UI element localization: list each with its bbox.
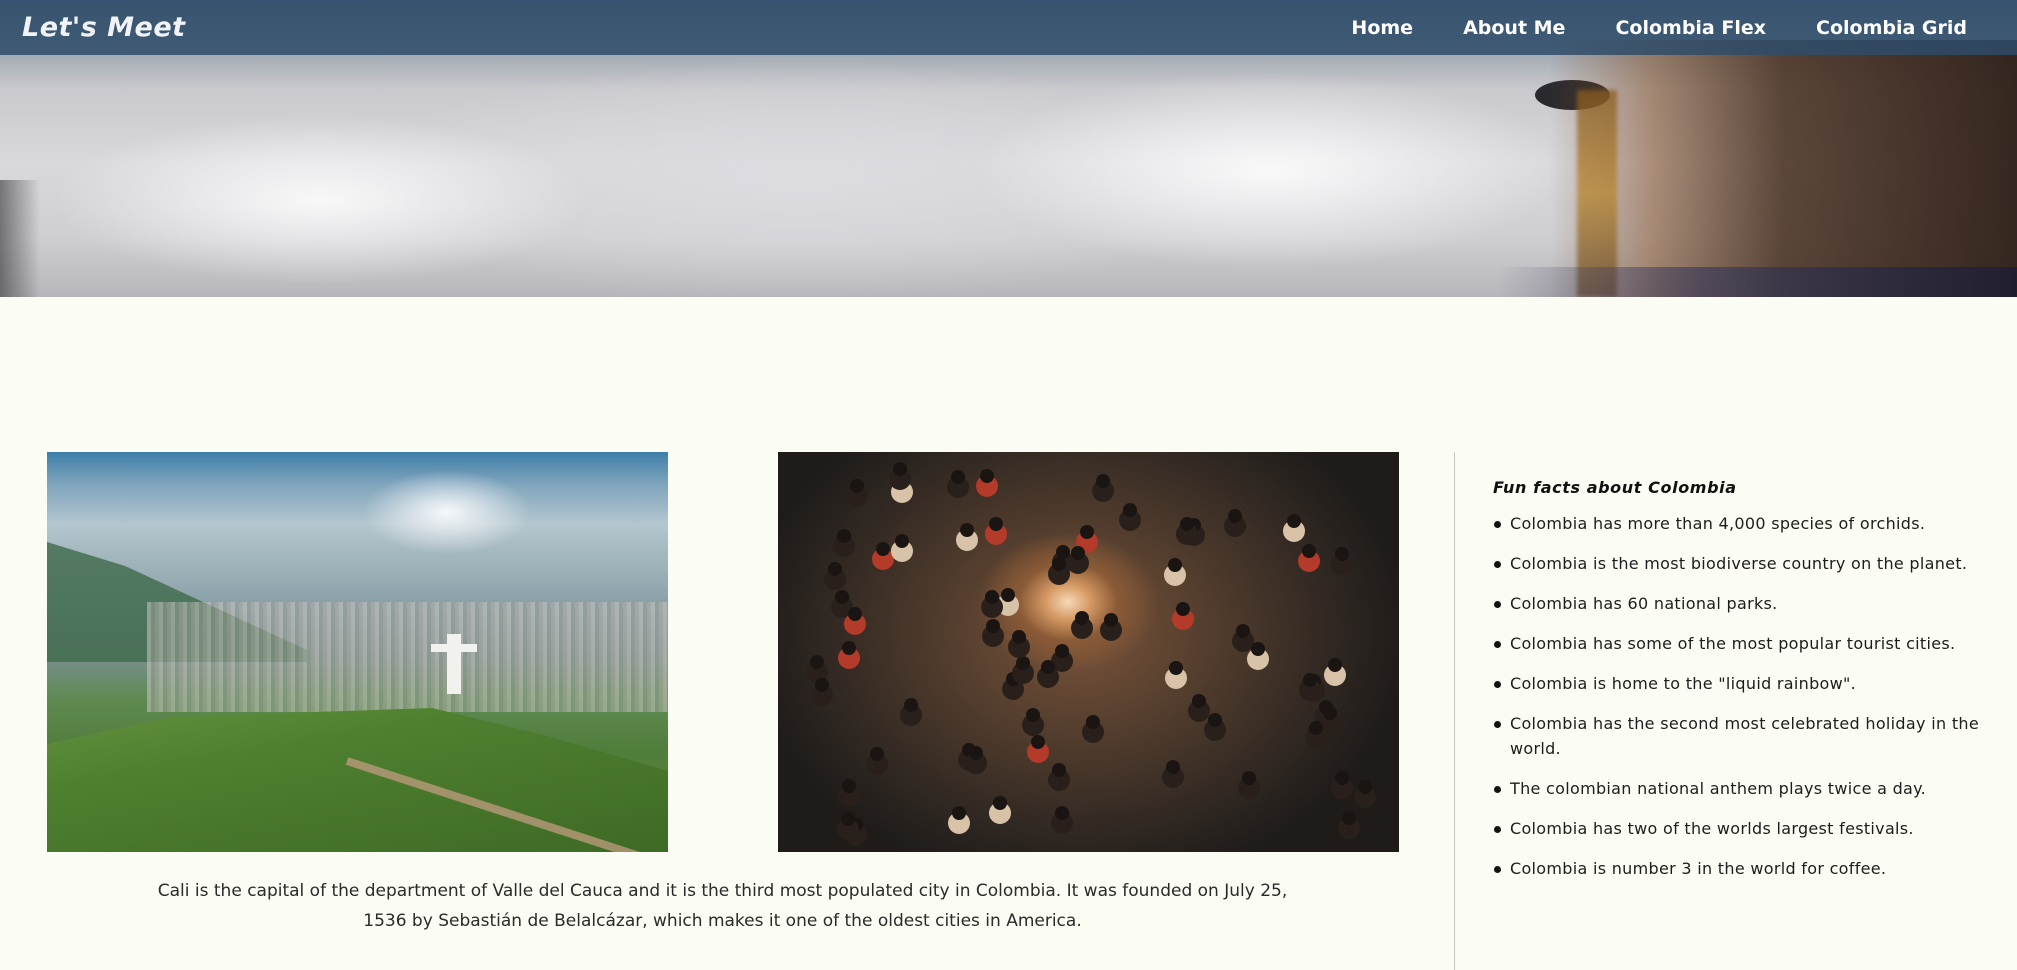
dancer-figure (960, 523, 974, 537)
dancer-figure (1287, 514, 1301, 528)
dancer-figure (841, 812, 855, 826)
dancer-figure (1052, 557, 1066, 571)
dancer-figure (1251, 642, 1265, 656)
dancer-figure (1358, 780, 1372, 794)
dancer-figure (1031, 735, 1045, 749)
nav-home[interactable]: Home (1351, 17, 1413, 39)
dancer-figure (1302, 544, 1316, 558)
hero-rock-left (0, 180, 40, 297)
hero-banner: Let's Meet Home About Me Colombia Flex C… (0, 0, 2017, 297)
dancer-figure (904, 698, 918, 712)
dancer-figure (1328, 658, 1342, 672)
nav-colombia-flex[interactable]: Colombia Flex (1615, 17, 1766, 39)
dancer-figure (850, 479, 864, 493)
dancer-figure (848, 607, 862, 621)
cali-city (147, 602, 668, 712)
dancer-figure (1001, 588, 1015, 602)
navbar: Let's Meet Home About Me Colombia Flex C… (0, 0, 2017, 55)
dancer-figure (1041, 660, 1055, 674)
dancer-figure (1055, 644, 1069, 658)
dancer-figure (1335, 547, 1349, 561)
fact-item: Colombia is number 3 in the world for co… (1493, 856, 1979, 881)
dancer-figure (985, 590, 999, 604)
dancer-figure (1335, 771, 1349, 785)
fun-facts-title: Fun facts about Colombia (1493, 478, 1737, 497)
dancer-figure (1026, 708, 1040, 722)
fact-item: The colombian national anthem plays twic… (1493, 776, 1979, 801)
dancer-figure (1123, 503, 1137, 517)
dancer-figure (969, 746, 983, 760)
cristo-rey-statue (431, 634, 477, 694)
sidebar-divider (1454, 452, 1455, 970)
dancer-figure (1104, 613, 1118, 627)
fun-facts-list: Colombia has more than 4,000 species of … (1493, 511, 1979, 881)
dancer-figure (989, 517, 1003, 531)
dancer-figure (1086, 715, 1100, 729)
fun-facts-sidebar: Fun facts about Colombia Colombia has mo… (1493, 478, 1979, 896)
dancer-figure (1006, 672, 1020, 686)
dancer-figure (1055, 806, 1069, 820)
dancer-figure (1323, 706, 1337, 720)
dancer-figure (980, 469, 994, 483)
fact-item: Colombia has some of the most popular to… (1493, 631, 1979, 656)
hero-rocks-right (1497, 40, 2017, 297)
dancer-figure (951, 470, 965, 484)
fact-item: Colombia has the second most celebrated … (1493, 711, 1979, 761)
fact-item: Colombia is home to the "liquid rainbow"… (1493, 671, 1979, 696)
dancer-figure (815, 678, 829, 692)
fact-item: Colombia is the most biodiverse country … (1493, 551, 1979, 576)
dancer-figure (842, 641, 856, 655)
dancer-figure (1096, 474, 1110, 488)
fact-item: Colombia has more than 4,000 species of … (1493, 511, 1979, 536)
dancer-figure (835, 590, 849, 604)
dancer-figure (893, 462, 907, 476)
nav-colombia-grid[interactable]: Colombia Grid (1816, 17, 1967, 39)
dancer-figure (1168, 558, 1182, 572)
dancer-figure (1080, 525, 1094, 539)
cali-photo (47, 452, 668, 852)
brand-logo[interactable]: Let's Meet (22, 12, 186, 43)
dancer-figure (1309, 721, 1323, 735)
dancer-figure (1228, 509, 1242, 523)
dancer-figure (1242, 771, 1256, 785)
fact-item: Colombia has two of the worlds largest f… (1493, 816, 1979, 841)
dancer-figure (1180, 517, 1194, 531)
dancer-figure (870, 747, 884, 761)
dancer-figure (895, 475, 909, 489)
cali-caption: Cali is the capital of the department of… (157, 881, 1288, 931)
dancer-figure (1052, 763, 1066, 777)
dancer-figure (810, 655, 824, 669)
dancer-figure (1342, 811, 1356, 825)
dancer-figure (1166, 760, 1180, 774)
dancer-figure (1192, 694, 1206, 708)
dancer-figure (1075, 611, 1089, 625)
dancer-figure (1169, 661, 1183, 675)
nav-about-me[interactable]: About Me (1463, 17, 1565, 39)
dancer-figure (842, 779, 856, 793)
dancer-figure (1012, 630, 1026, 644)
dancer-figure (993, 796, 1007, 810)
dance-photo (778, 452, 1399, 852)
dancer-figure (986, 619, 1000, 633)
dancer-figure (1236, 624, 1250, 638)
dancer-figure (1176, 602, 1190, 616)
fact-item: Colombia has 60 national parks. (1493, 591, 1979, 616)
dancer-figure (952, 806, 966, 820)
nav-links: Home About Me Colombia Flex Colombia Gri… (1301, 17, 1967, 39)
dancer-figure (1071, 546, 1085, 560)
dancer-figure (828, 562, 842, 576)
dancer-figure (1303, 673, 1317, 687)
dancer-figure (1208, 713, 1222, 727)
dancer-figure (837, 529, 851, 543)
dancer-figure (1016, 656, 1030, 670)
dancer-figure (895, 534, 909, 548)
dancer-figure (876, 542, 890, 556)
